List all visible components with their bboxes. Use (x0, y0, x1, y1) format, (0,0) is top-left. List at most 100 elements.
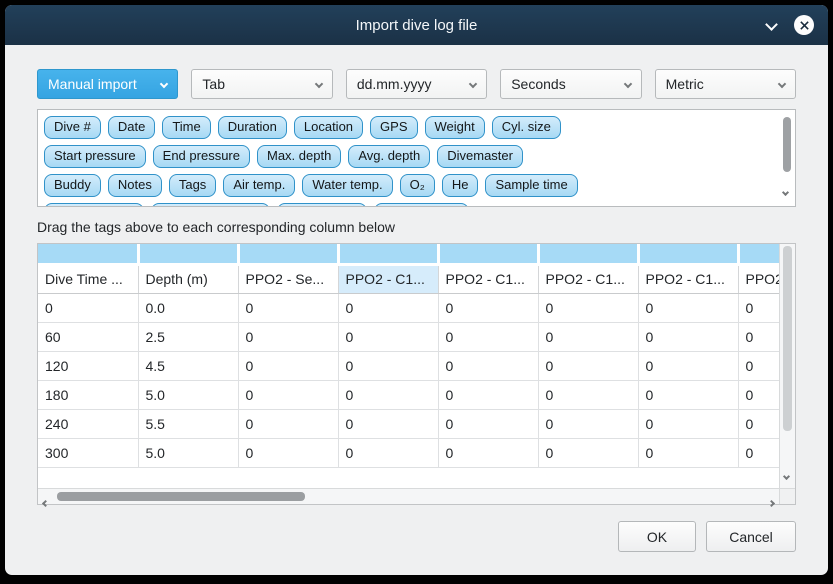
table-cell: 0 (438, 351, 538, 380)
combo-import-type-value: Manual import (48, 76, 137, 92)
tag-sample-po[interactable]: Sample pO₂ (277, 203, 367, 207)
table-cell: 180 (38, 380, 138, 409)
combo-import-type[interactable]: Manual import (37, 69, 178, 99)
tag-end-pressure[interactable]: End pressure (153, 145, 250, 168)
table-cell: 0 (738, 322, 779, 351)
table-cell: 0 (238, 322, 338, 351)
chevron-right-icon[interactable] (769, 493, 774, 511)
table-cell: 0 (338, 351, 438, 380)
scrollbar-thumb[interactable] (783, 246, 792, 431)
column-drop-cell[interactable] (38, 244, 138, 264)
scrollbar-thumb[interactable] (783, 117, 791, 172)
column-header[interactable]: PPO2 - C1... (638, 264, 738, 293)
table-row: 00.0000000 (38, 293, 779, 322)
table-vertical-scrollbar[interactable] (779, 244, 795, 488)
column-header[interactable]: PPO2 - Se... (238, 264, 338, 293)
table-cell: 0 (538, 438, 638, 467)
column-drop-cell[interactable] (438, 244, 538, 264)
tag-he[interactable]: He (442, 174, 479, 197)
table-cell: 0 (338, 322, 438, 351)
tag-sample-depth[interactable]: Sample depth (44, 203, 144, 207)
tag-sample-pressure[interactable]: Sample pressure (151, 203, 269, 207)
tag-sample-time[interactable]: Sample time (485, 174, 577, 197)
chevron-down-icon[interactable] (783, 182, 788, 200)
tag-max-depth[interactable]: Max. depth (257, 145, 341, 168)
column-drop-cell[interactable] (238, 244, 338, 264)
tag-row: Dive # Date Time Duration Location GPS Weight C… (44, 116, 773, 139)
table-cell: 0 (638, 351, 738, 380)
column-drop-cell[interactable] (638, 244, 738, 264)
tag-buddy[interactable]: Buddy (44, 174, 101, 197)
column-drop-cell[interactable] (338, 244, 438, 264)
tag-date[interactable]: Date (108, 116, 155, 139)
close-button[interactable] (794, 15, 814, 35)
column-header[interactable]: PPO2 - C1... (538, 264, 638, 293)
column-drop-cell[interactable] (538, 244, 638, 264)
tag-notes[interactable]: Notes (108, 174, 162, 197)
table-cell: 0 (338, 409, 438, 438)
titlebar[interactable]: Import dive log file (5, 5, 828, 45)
table-cell: 0 (238, 380, 338, 409)
tag-divemaster[interactable]: Divemaster (437, 145, 523, 168)
tag-tags[interactable]: Tags (169, 174, 216, 197)
table-cell: 0 (38, 293, 138, 322)
column-drop-cell[interactable] (738, 244, 779, 264)
table-cell: 60 (38, 322, 138, 351)
drop-target-row (38, 244, 779, 264)
chevron-down-icon (315, 80, 323, 88)
tag-o[interactable]: O₂ (400, 174, 435, 197)
table-cell: 0 (438, 409, 538, 438)
cancel-button[interactable]: Cancel (706, 521, 796, 552)
tag-time[interactable]: Time (162, 116, 210, 139)
chevron-down-icon[interactable] (784, 466, 789, 484)
table-cell: 0 (438, 293, 538, 322)
table-cell: 0 (438, 322, 538, 351)
table-row: 1204.5000000 (38, 351, 779, 380)
column-header[interactable]: PPO2 - C1... (338, 264, 438, 293)
table-cell: 0 (638, 409, 738, 438)
tag-cyl-size[interactable]: Cyl. size (492, 116, 561, 139)
combo-date-format[interactable]: dd.mm.yyyy (346, 69, 487, 99)
preview-table-viewport: Dive Time ...Depth (m)PPO2 - Se...PPO2 -… (38, 244, 779, 488)
tag-start-pressure[interactable]: Start pressure (44, 145, 146, 168)
tag-dive[interactable]: Dive # (44, 116, 101, 139)
tag-avg-depth[interactable]: Avg. depth (348, 145, 430, 168)
table-cell: 0 (238, 351, 338, 380)
column-header[interactable]: Depth (m) (138, 264, 238, 293)
tag-location[interactable]: Location (294, 116, 363, 139)
table-cell: 0 (638, 293, 738, 322)
table-cell: 300 (38, 438, 138, 467)
tag-row: Start pressure End pressure Max. depth Avg.… (44, 145, 773, 168)
column-header[interactable]: PPO2 - C1... (438, 264, 538, 293)
table-cell: 0 (638, 438, 738, 467)
table-horizontal-scrollbar[interactable] (38, 488, 779, 504)
tag-rows: Dive # Date Time Duration Location GPS Weight C… (44, 116, 773, 207)
tag-pool-scrollbar[interactable] (781, 112, 793, 204)
table-cell: 0 (638, 380, 738, 409)
tag-water-temp[interactable]: Water temp. (302, 174, 392, 197)
combo-duration-format[interactable]: Seconds (500, 69, 641, 99)
column-drop-cell[interactable] (138, 244, 238, 264)
scrollbar-corner (779, 488, 795, 504)
column-header[interactable]: PPO2 - C1... (738, 264, 779, 293)
chevron-left-icon[interactable] (43, 493, 48, 511)
ok-button[interactable]: OK (618, 521, 696, 552)
import-dive-log-dialog: Import dive log file Manual import Tab d… (4, 4, 829, 576)
drag-instruction-text: Drag the tags above to each correspondin… (37, 219, 796, 235)
table-row: 602.5000000 (38, 322, 779, 351)
tag-duration[interactable]: Duration (218, 116, 287, 139)
tag-sample-cns[interactable]: Sample CNS (374, 203, 469, 207)
tag-pool: Dive # Date Time Duration Location GPS Weight C… (37, 109, 796, 207)
table-header-row: Dive Time ...Depth (m)PPO2 - Se...PPO2 -… (38, 264, 779, 293)
scrollbar-thumb[interactable] (57, 492, 305, 501)
chevron-down-icon[interactable] (767, 16, 776, 34)
table-cell: 0 (638, 322, 738, 351)
column-header[interactable]: Dive Time ... (38, 264, 138, 293)
table-cell: 240 (38, 409, 138, 438)
tag-gps[interactable]: GPS (370, 116, 417, 139)
tag-air-temp[interactable]: Air temp. (223, 174, 295, 197)
combo-units[interactable]: Metric (655, 69, 796, 99)
import-table: Dive Time ...Depth (m)PPO2 - Se...PPO2 -… (38, 244, 779, 468)
combo-field-separator[interactable]: Tab (191, 69, 332, 99)
tag-weight[interactable]: Weight (425, 116, 485, 139)
